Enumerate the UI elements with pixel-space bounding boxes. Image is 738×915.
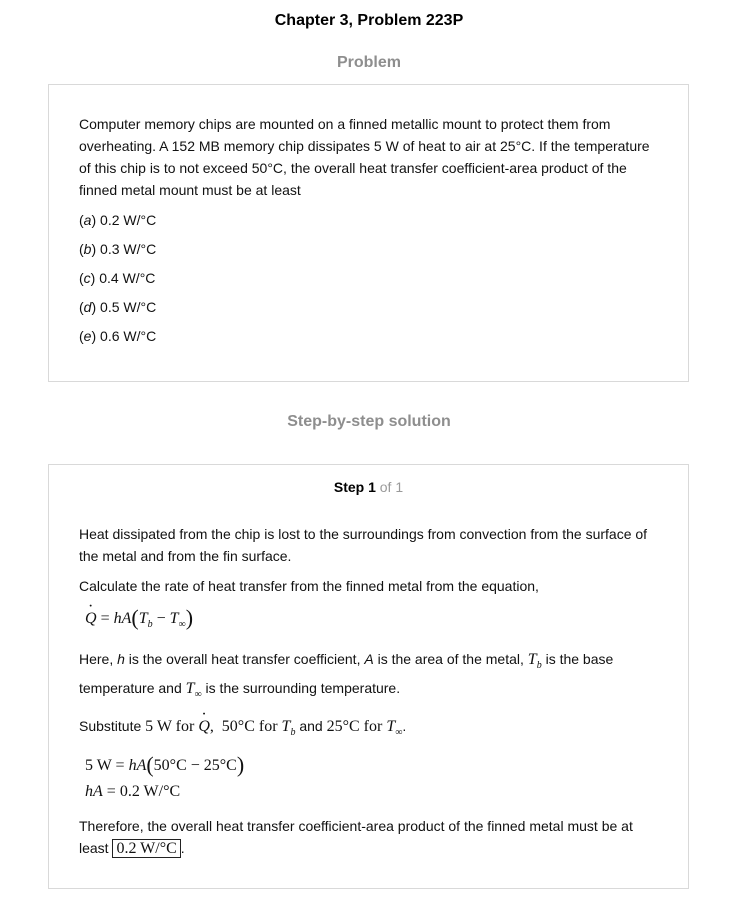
solution-paragraph-1: Heat dissipated from the chip is lost to… <box>79 526 648 564</box>
substitution-equations: 5 W = hA(50°C − 25°C) hA = 0.2 W/°C <box>85 752 658 805</box>
answer-box: 0.2 W/°C <box>112 838 181 858</box>
solution-paragraph-2: Calculate the rate of heat transfer from… <box>79 578 539 594</box>
step-label: Step 1 <box>333 479 376 495</box>
heat-transfer-equation: Q = hA(Tb − T∞) <box>85 594 658 638</box>
solution-paragraph-3: Here, h is the overall heat transfer coe… <box>79 651 614 701</box>
options-list: (a) 0.2 W/°C (b) 0.3 W/°C (c) 0.4 W/°C (d) … <box>79 209 658 347</box>
step-header: Step 1 of 1 <box>79 477 658 497</box>
page-title: Chapter 3, Problem 223P <box>274 12 464 29</box>
option-d: (d) 0.5 W/°C <box>79 299 157 315</box>
conclusion: Therefore, the overall heat transfer coe… <box>79 817 633 858</box>
option-e: (e) 0.6 W/°C <box>79 328 157 344</box>
option-b: (b) 0.3 W/°C <box>79 241 157 257</box>
step-count: of 1 <box>379 479 404 495</box>
option-c: (c) 0.4 W/°C <box>79 270 156 286</box>
problem-text: Computer memory chips are mounted on a f… <box>79 116 650 198</box>
solution-heading: Step-by-step solution <box>287 413 451 430</box>
substitute-line: Substitute 5 W for Q, 50°C for Tb and 25… <box>79 704 658 744</box>
equation-line-2: hA = 0.2 W/°C <box>85 782 181 800</box>
equation-line-1: 5 W = hA(50°C − 25°C) <box>85 751 245 777</box>
option-a: (a) 0.2 W/°C <box>79 212 157 228</box>
problem-card: Computer memory chips are mounted on a f… <box>48 84 689 382</box>
problem-heading: Problem <box>336 54 401 71</box>
solution-card: Step 1 of 1 Heat dissipated from the chi… <box>48 464 689 889</box>
